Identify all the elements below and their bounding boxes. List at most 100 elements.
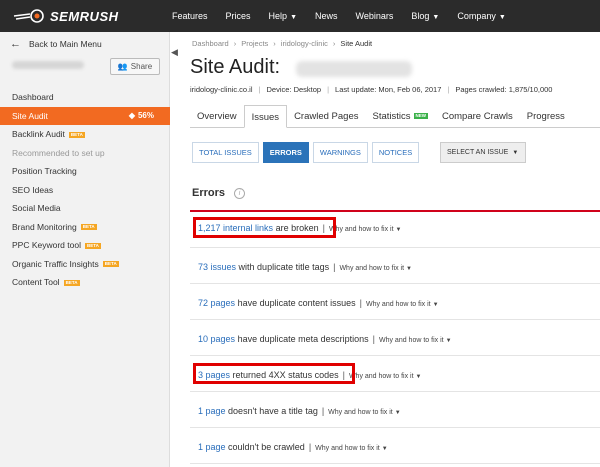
nav-features[interactable]: Features <box>172 11 208 21</box>
chevron-down-icon: ▼ <box>290 14 297 21</box>
why-and-how-to-fix-link[interactable]: Why and how to fix it ▼ <box>315 445 388 452</box>
why-and-how-to-fix-link[interactable]: Why and how to fix it ▼ <box>366 301 439 308</box>
sidebar-item-organic-traffic-insights[interactable]: Organic Traffic Insights BETA <box>0 255 170 274</box>
audit-domain: iridology-clinic.co.il <box>190 85 253 94</box>
chevron-down-icon: ▼ <box>406 266 412 272</box>
sidebar-item-label: Site Audit <box>12 110 48 121</box>
share-label: Share <box>130 62 153 71</box>
separator: | <box>333 262 336 272</box>
nav-company[interactable]: Company ▼ <box>457 11 505 21</box>
filter-warnings-button[interactable]: WARNINGS <box>312 142 368 163</box>
error-row: 1 page couldn't be crawled | Why and how t… <box>190 428 600 464</box>
nav-help-label: Help <box>268 11 288 21</box>
sidebar-menu: Dashboard Site Audit ◆ 56% Backlink Audit… <box>0 88 170 292</box>
breadcrumb-project[interactable]: iridology-clinic <box>281 39 328 48</box>
breadcrumb-projects[interactable]: Projects <box>241 39 268 48</box>
sidebar-item-seo-ideas[interactable]: SEO Ideas <box>0 181 170 200</box>
share-button[interactable]: 👥 Share <box>110 58 160 75</box>
tab-progress[interactable]: Progress <box>520 105 572 128</box>
sidebar-item-dashboard[interactable]: Dashboard <box>0 88 170 107</box>
new-badge: NEW <box>413 113 428 120</box>
tab-statistics[interactable]: Statistics NEW <box>365 105 435 128</box>
sidebar-item-backlink-audit[interactable]: Backlink Audit BETA <box>0 125 170 144</box>
tab-crawled-pages[interactable]: Crawled Pages <box>287 105 365 128</box>
sidebar-section-recommended: Recommended to set up <box>0 144 170 163</box>
audit-tabs: Overview Issues Crawled Pages Statistics… <box>190 105 600 128</box>
nav-webinars[interactable]: Webinars <box>356 11 394 21</box>
beta-badge: BETA <box>68 131 85 138</box>
tab-overview[interactable]: Overview <box>190 105 244 128</box>
filter-errors-button[interactable]: ERRORS <box>262 142 309 163</box>
collapse-sidebar-icon[interactable]: ◀ <box>171 47 178 58</box>
why-and-how-to-fix-link[interactable]: Why and how to fix it ▼ <box>329 226 402 233</box>
nav-news[interactable]: News <box>315 11 338 21</box>
sidebar-item-label: Brand Monitoring <box>12 221 77 232</box>
filter-notices-button[interactable]: NOTICES <box>371 142 420 163</box>
chevron-down-icon: ▼ <box>394 410 401 416</box>
sidebar-item-brand-monitoring[interactable]: Brand Monitoring BETA <box>0 218 170 237</box>
main-content: Dashboard › Projects › iridology-clinic › Site… <box>178 32 600 467</box>
error-count-link[interactable]: 1 page <box>198 406 226 416</box>
sidebar-item-label: Content Tool <box>12 277 60 287</box>
why-and-how-to-fix-link[interactable]: Why and how to fix it ▼ <box>349 373 422 380</box>
chevron-down-icon: ▼ <box>432 302 439 308</box>
chevron-down-icon: ▼ <box>395 227 402 233</box>
error-row: 1 page doesn't have a title tag | Why and … <box>190 392 600 428</box>
chevron-down-icon: ▼ <box>415 374 422 380</box>
back-label: Back to Main Menu <box>29 39 102 49</box>
filter-total-issues-button[interactable]: TOTAL ISSUES <box>192 142 259 163</box>
back-to-main-menu-link[interactable]: ← Back to Main Menu <box>10 38 102 50</box>
error-item: 73 issues with duplicate title tags | Why … <box>198 262 412 272</box>
top-navigation: Features Prices Help ▼ News Webinars Blog… <box>172 0 524 32</box>
chevron-down-icon: ▼ <box>512 150 519 156</box>
why-and-how-to-fix-link[interactable]: Why and how to fix it ▼ <box>379 337 452 344</box>
error-count-link[interactable]: 10 pages <box>198 334 235 344</box>
highlight-box <box>193 363 355 384</box>
why-label: Why and how to fix it <box>328 409 393 416</box>
sidebar-item-ppc-keyword-tool[interactable]: PPC Keyword tool BETA <box>0 236 170 255</box>
breadcrumb-dashboard[interactable]: Dashboard <box>192 39 229 48</box>
error-item: 1 page doesn't have a title tag | Why and … <box>198 406 401 416</box>
top-bar: SEMRUSH Features Prices Help ▼ News Webin… <box>0 0 600 32</box>
error-count-link[interactable]: 72 pages <box>198 298 235 308</box>
select-issue-dropdown[interactable]: SELECT AN ISSUE ▼ <box>440 142 526 163</box>
breadcrumb-current: Site Audit <box>340 39 373 48</box>
sidebar-item-site-audit[interactable]: Site Audit ◆ 56% <box>0 106 170 125</box>
project-name-blurred <box>12 61 84 69</box>
sidebar-section-label: Recommended to set up <box>12 147 105 158</box>
info-icon[interactable]: i <box>234 188 245 199</box>
project-title-blurred <box>296 61 412 77</box>
sidebar-item-social-media[interactable]: Social Media <box>0 199 170 218</box>
breadcrumb-separator: › <box>332 39 336 48</box>
tab-compare-crawls[interactable]: Compare Crawls <box>435 105 520 128</box>
why-label: Why and how to fix it <box>378 337 444 344</box>
error-row: 72 pages have duplicate content issues | W… <box>190 284 600 320</box>
error-item: 72 pages have duplicate content issues | W… <box>198 298 439 308</box>
nav-help[interactable]: Help ▼ <box>269 11 297 21</box>
chevron-down-icon: ▼ <box>498 14 506 21</box>
beta-badge: BETA <box>102 261 119 268</box>
sidebar-item-label: Social Media <box>12 203 61 213</box>
why-label: Why and how to fix it <box>365 301 431 308</box>
sidebar-item-content-tool[interactable]: Content Tool BETA <box>0 273 170 292</box>
sidebar-item-label: Dashboard <box>12 92 54 102</box>
error-row: 3 pages returned 4XX status codes | Why an… <box>190 356 600 392</box>
error-row: 1,217 internal links are broken | Why and … <box>190 212 600 248</box>
nav-prices[interactable]: Prices <box>226 11 251 21</box>
meta-separator: | <box>258 85 261 94</box>
semrush-logo[interactable]: SEMRUSH <box>12 8 119 24</box>
why-and-how-to-fix-link[interactable]: Why and how to fix it ▼ <box>328 409 401 416</box>
errors-heading: Errors <box>192 187 226 199</box>
site-audit-score-value: 56% <box>137 110 154 120</box>
tab-issues[interactable]: Issues <box>243 105 288 128</box>
audit-pages-crawled: Pages crawled: 1,875/10,000 <box>455 85 553 94</box>
error-row: 10 pages have duplicate meta description… <box>190 320 600 356</box>
error-count-link[interactable]: 1 page <box>198 442 226 452</box>
nav-blog[interactable]: Blog ▼ <box>411 11 439 21</box>
why-and-how-to-fix-link[interactable]: Why and how to fix it ▼ <box>339 265 412 272</box>
sidebar-item-label: Position Tracking <box>12 166 77 176</box>
highlight-box <box>193 217 336 238</box>
error-count-link[interactable]: 73 issues <box>198 262 236 272</box>
breadcrumb-separator: › <box>273 39 276 48</box>
sidebar-item-position-tracking[interactable]: Position Tracking <box>0 162 170 181</box>
